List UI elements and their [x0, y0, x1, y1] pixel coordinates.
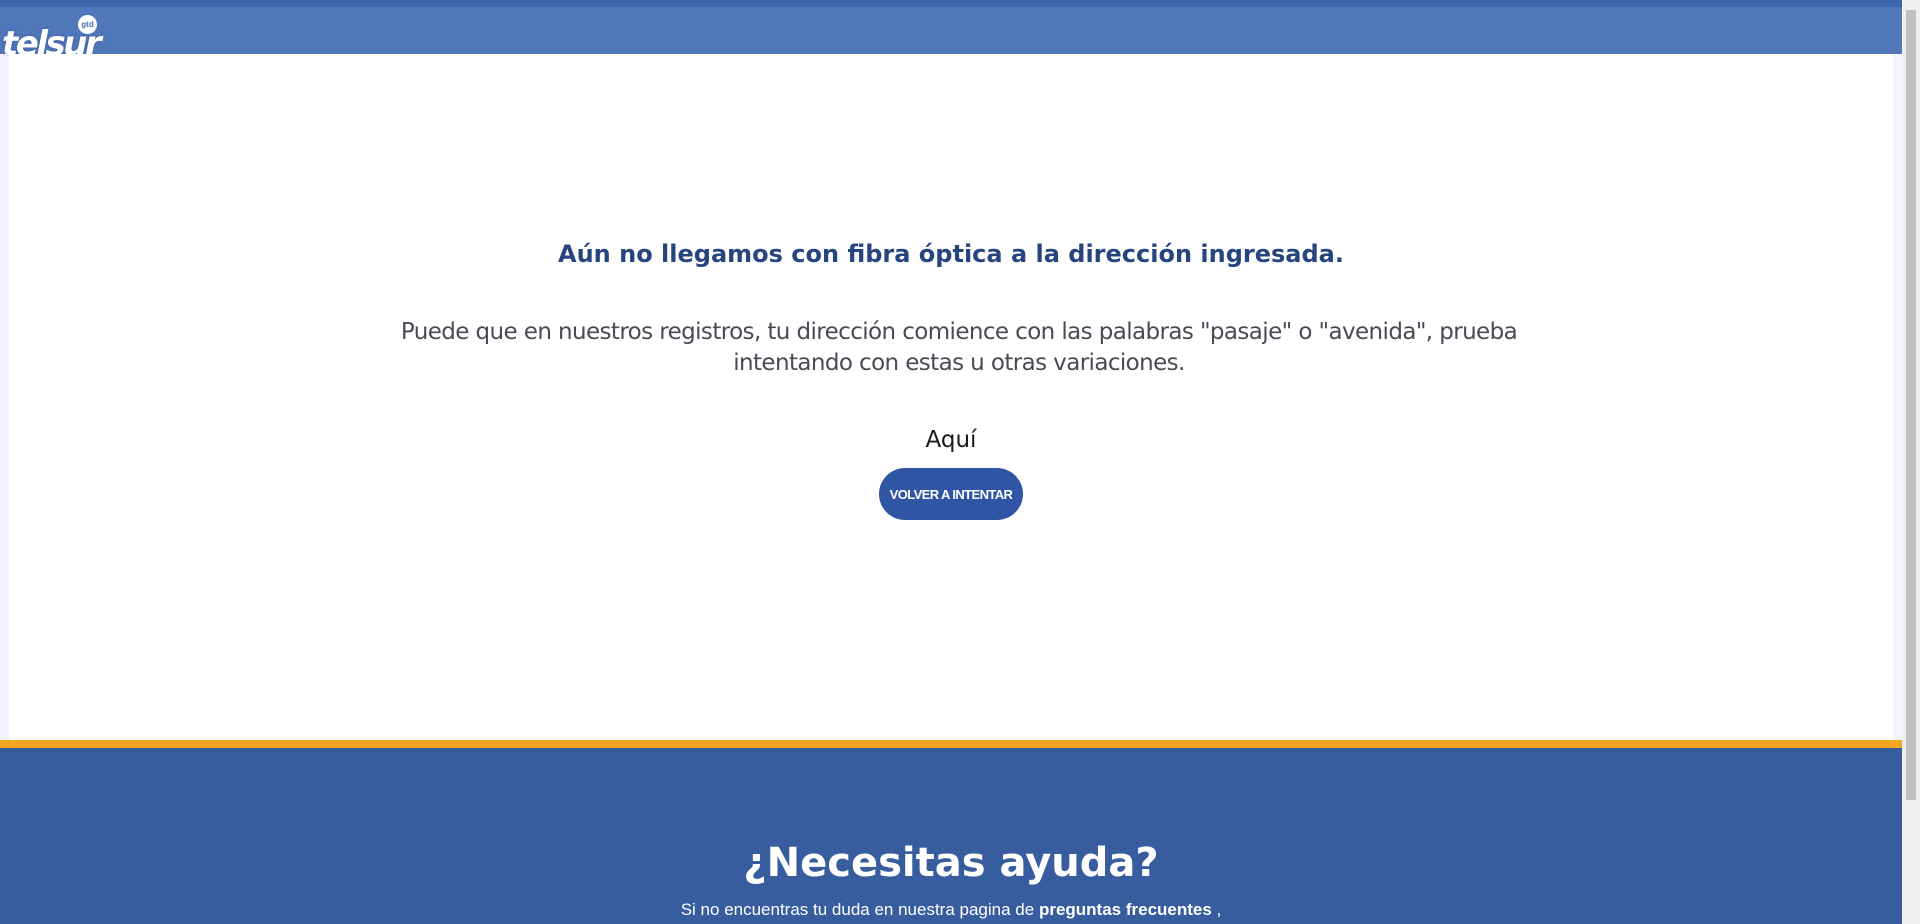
- accent-divider: [0, 740, 1902, 748]
- scrollbar-thumb[interactable]: [1906, 10, 1916, 800]
- faq-link[interactable]: preguntas frecuentes: [1039, 900, 1212, 919]
- help-text-suffix: ,: [1211, 900, 1222, 919]
- logo-badge: gtd: [78, 15, 97, 34]
- aqui-label: Aquí: [925, 427, 977, 453]
- top-header: telsur gtd: [0, 0, 1902, 61]
- help-text: Si no encuentras tu duda en nuestra pagi…: [0, 900, 1902, 920]
- retry-button[interactable]: VOLVER A INTENTAR: [879, 468, 1023, 520]
- coverage-description: Puede que en nuestros registros, tu dire…: [400, 319, 1518, 376]
- help-footer: ¿Necesitas ayuda? Si no encuentras tu du…: [0, 748, 1902, 924]
- coverage-headline: Aún no llegamos con fibra óptica a la di…: [558, 240, 1344, 268]
- help-title: ¿Necesitas ayuda?: [743, 840, 1159, 886]
- main-content: Aún no llegamos con fibra óptica a la di…: [9, 54, 1893, 740]
- page-scrollbar[interactable]: [1902, 0, 1920, 924]
- help-text-prefix: Si no encuentras tu duda en nuestra pagi…: [680, 900, 1039, 919]
